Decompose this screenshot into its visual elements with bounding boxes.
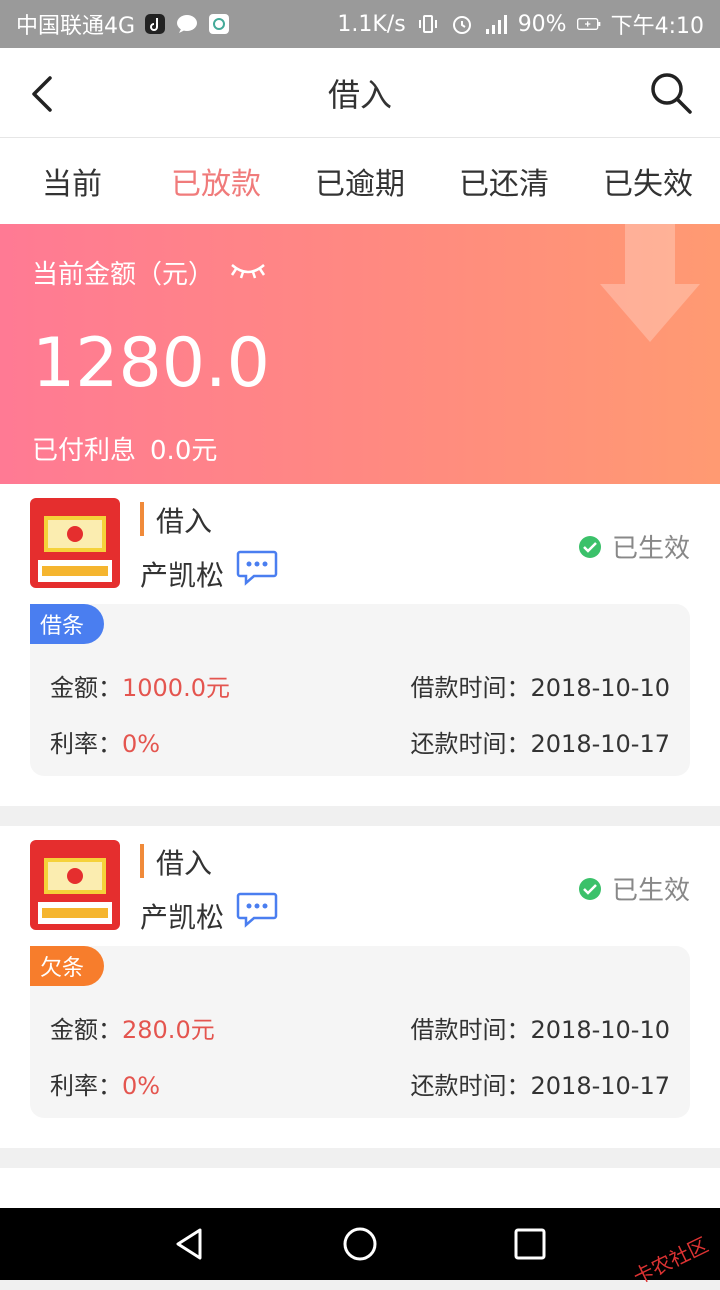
watermark-text: 卡农社区 xyxy=(629,1232,712,1290)
nav-recents-button[interactable] xyxy=(510,1224,550,1264)
loan-detail: 欠条 金额：280.0元 借款时间：2018-10-10 利率：0% 还款时间：… xyxy=(30,946,690,1118)
borrow-date-label: 借款时间： xyxy=(410,1016,531,1044)
status-badge: 已生效 xyxy=(578,528,690,565)
triangle-back-icon xyxy=(176,1228,202,1260)
message-button[interactable] xyxy=(236,550,278,586)
vibrate-icon xyxy=(416,12,440,36)
signal-icon xyxy=(484,12,508,36)
amount-label: 金额： xyxy=(50,1016,122,1044)
status-text: 已生效 xyxy=(611,876,690,906)
message-button[interactable] xyxy=(236,892,278,928)
back-button[interactable] xyxy=(24,72,64,116)
clock-text: 下午4:10 xyxy=(610,14,704,39)
nav-back-button[interactable] xyxy=(170,1224,210,1264)
message-icon xyxy=(236,892,278,928)
battery-icon xyxy=(576,12,601,36)
loan-type: 借入 xyxy=(156,847,213,880)
borrow-date-label: 借款时间： xyxy=(410,674,531,702)
counterparty-name: 产凯松 xyxy=(140,901,225,934)
borrow-date: 2018-10-10 xyxy=(530,1016,670,1044)
tab-disbursed[interactable]: 已放款 xyxy=(144,138,288,224)
repay-date-label: 还款时间： xyxy=(410,1072,531,1100)
summary-banner: 当前金额（元） 1280.0 已付利息 0.0元 xyxy=(0,224,720,484)
tab-repaid[interactable]: 已还清 xyxy=(432,138,576,224)
repay-date-label: 还款时间： xyxy=(410,730,531,758)
lender-logo xyxy=(30,498,120,588)
repay-date: 2018-10-17 xyxy=(530,730,670,758)
app-icon xyxy=(207,12,231,36)
alarm-icon xyxy=(450,12,474,36)
carrier-text: 中国联通4G xyxy=(16,14,136,39)
loan-card[interactable]: 借入 产凯松 已生效 欠条 金额：280.0元 借款时间：2018-10-10 … xyxy=(0,826,720,1148)
square-recents-icon xyxy=(514,1228,546,1260)
borrow-date: 2018-10-10 xyxy=(530,674,670,702)
tab-current[interactable]: 当前 xyxy=(0,138,144,224)
status-badge: 已生效 xyxy=(578,870,690,907)
interest-value: 0.0元 xyxy=(150,436,218,466)
message-icon xyxy=(236,550,278,586)
amount-value: 1000.0元 xyxy=(122,674,230,702)
type-marker xyxy=(140,502,144,536)
chat-bubble-icon xyxy=(175,12,199,36)
type-marker xyxy=(140,844,144,878)
nav-home-button[interactable] xyxy=(340,1224,380,1264)
note-type-tag: 欠条 xyxy=(30,946,105,986)
circle-home-icon xyxy=(343,1227,377,1261)
rate-label: 利率： xyxy=(50,730,122,758)
search-button[interactable] xyxy=(648,70,694,116)
interest-label: 已付利息 xyxy=(32,436,137,466)
loan-detail: 借条 金额：1000.0元 借款时间：2018-10-10 利率：0% 还款时间… xyxy=(30,604,690,776)
counterparty-name: 产凯松 xyxy=(140,559,225,592)
net-speed-text: 1.1K/s xyxy=(337,11,406,37)
page-title: 借入 xyxy=(327,75,392,114)
tab-expired[interactable]: 已失效 xyxy=(576,138,720,224)
rate-value: 0% xyxy=(122,730,161,758)
tab-overdue[interactable]: 已逾期 xyxy=(288,138,432,224)
eye-closed-icon[interactable] xyxy=(228,257,268,288)
search-icon xyxy=(651,73,692,114)
amount-value: 280.0元 xyxy=(122,1016,215,1044)
summary-label: 当前金额（元） xyxy=(32,260,215,290)
check-circle-icon xyxy=(578,535,601,558)
loan-card[interactable]: 借入 产凯松 已生效 借条 金额：1000.0元 借款时间：2018-10-10… xyxy=(0,484,720,806)
battery-text: 90% xyxy=(517,11,567,37)
down-arrow-icon xyxy=(600,224,700,342)
loan-card-partial[interactable] xyxy=(0,1168,720,1208)
tiktok-icon xyxy=(143,12,167,36)
amount-label: 金额： xyxy=(50,674,122,702)
system-nav-bar: 卡农社区 xyxy=(0,1208,720,1289)
note-type-tag: 借条 xyxy=(30,604,105,644)
back-arrow-icon xyxy=(32,76,52,112)
app-header: 借入 xyxy=(0,48,720,138)
rate-label: 利率： xyxy=(50,1072,122,1100)
status-text: 已生效 xyxy=(611,534,690,564)
rate-value: 0% xyxy=(122,1072,161,1100)
lender-logo xyxy=(30,840,120,930)
repay-date: 2018-10-17 xyxy=(530,1072,670,1100)
loan-type: 借入 xyxy=(156,505,213,538)
status-bar: 中国联通4G 1.1K/s 90% 下午4:10 xyxy=(0,0,720,48)
check-circle-icon xyxy=(578,877,601,900)
current-amount: 1280.0 xyxy=(32,324,270,403)
filter-tabs: 当前 已放款 已逾期 已还清 已失效 xyxy=(0,138,720,224)
